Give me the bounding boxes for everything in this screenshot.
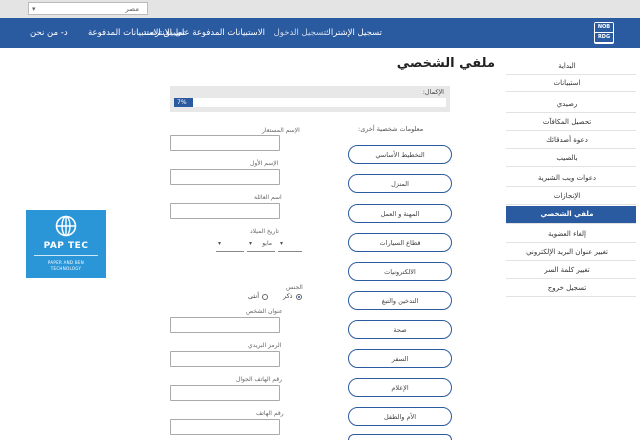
info-button-health[interactable]: صحة [348,320,452,339]
logo-text-top: NOB [595,23,613,32]
sidebar-item-balance[interactable]: رصيدي [506,96,636,113]
sidebar-item-web-invites[interactable]: دعوات ويب الشبرية [506,170,636,187]
sidebar-item-change-password[interactable]: تغيير كلمة السر [506,262,636,279]
nav-about[interactable]: د- من نحن [30,28,68,38]
sidebar-item-profile[interactable]: ملفي الشخصي [506,206,636,224]
first-name-input[interactable] [170,169,280,185]
username-label: الإسم المستعار [262,127,300,134]
info-button-electronics[interactable]: الالكترونيات [348,262,452,281]
sidebar-item-invite[interactable]: دعوة أصدقائك [506,132,636,149]
country-select[interactable]: ▾ مصر [28,2,148,15]
first-name-label: الإسم الأول [250,160,279,167]
phone-label: رقم الهاتف [256,410,284,417]
birth-month-select[interactable]: ▾ مايو [247,237,275,252]
sidebar-item-change-email[interactable]: تغيير عنوان البريد الإلكتروني [506,244,636,261]
page-title: ملفي الشخصي [396,56,495,71]
pap-tec-badge: PAP TEC PAPER AND BEN TECHNOLOGY [26,210,106,278]
info-button-profession[interactable]: المهنة و العمل [348,204,452,223]
badge-divider [34,255,98,256]
chevron-down-icon: ▾ [249,240,253,247]
chevron-down-icon: ▾ [32,5,36,13]
birth-month-value: مايو [262,240,272,247]
info-button-travel[interactable]: السفر [348,349,452,368]
completion-bar-fill: 7% [174,98,194,107]
gender-male-radio[interactable] [296,294,302,300]
sidebar-item-achievements[interactable]: الإنجازات [506,188,636,205]
sidebar-item-cancel-membership[interactable]: إلغاء العضوية [506,226,636,243]
birth-year-select[interactable]: ▾ [278,237,302,252]
birthdate-label: تاريخ الميلاد [250,228,279,235]
info-button-cars[interactable]: قطاع السيارات [348,233,452,252]
info-button-media[interactable]: الإعلام [348,378,452,397]
mobile-label: رقم الهاتف الجوال [236,376,283,383]
completion-value: 7% [177,99,187,106]
gender-male-label: ذكر [283,292,293,300]
gender-female-radio[interactable] [262,294,268,300]
completion-panel: الإكمال: 7% [170,86,450,112]
country-value: مصر [125,5,139,13]
username-input[interactable] [170,135,280,151]
family-name-input[interactable] [170,203,280,219]
sidebar-item-rewards[interactable]: تحصيل المكافآت [506,114,636,131]
nav-surveys-app[interactable]: تطبيق الاستبيانات المدفوعة [88,28,185,38]
address-input[interactable] [170,317,280,333]
more-info-heading: معلومات شخصية أخرى: [358,125,424,133]
sidebar-item-surveys[interactable]: استبيانات [506,75,636,92]
chevron-down-icon: ▾ [280,240,284,247]
sidebar-item-home[interactable]: البداية [506,58,636,75]
logo-text-bottom: RDG [595,33,613,42]
completion-bar: 7% [174,98,446,107]
sidebar-item-logout[interactable]: تسجيل خروج [506,280,636,297]
postal-code-label: الرمز البريدي [248,342,282,349]
phone-input[interactable] [170,419,280,435]
birth-day-select[interactable]: ▾ [216,237,244,252]
badge-subtitle-2: TECHNOLOGY [50,266,82,271]
site-logo[interactable]: NOB RDG [594,22,614,44]
gender-label: الجنس [286,284,303,291]
info-button-smoking[interactable]: التدخين والتبغ [348,291,452,310]
gender-female-label: أنثى [248,292,259,300]
badge-subtitle-1: PAPER AND BEN [47,260,85,265]
mobile-input[interactable] [170,385,280,401]
chevron-down-icon: ▾ [218,240,222,247]
badge-name: PAP TEC [43,241,89,251]
nav-signup[interactable]: تسجيل الإشتراك [324,28,382,38]
postal-code-input[interactable] [170,351,280,367]
globe-icon [55,215,77,237]
family-name-label: اسم العائلة [254,194,282,201]
address-label: عنوان الشخص [246,308,283,315]
info-button-basic[interactable]: التخطيط الأساسي [348,145,452,164]
nav-login[interactable]: تسجيل الدخول [274,28,326,38]
completion-label: الإكمال: [422,88,444,96]
sidebar-item-lucky[interactable]: بالصيب [506,150,636,167]
info-button-home[interactable]: المنزل [348,174,452,193]
info-button-mother-child[interactable]: الأم والطفل [348,407,452,426]
info-button-partial[interactable] [348,434,452,440]
